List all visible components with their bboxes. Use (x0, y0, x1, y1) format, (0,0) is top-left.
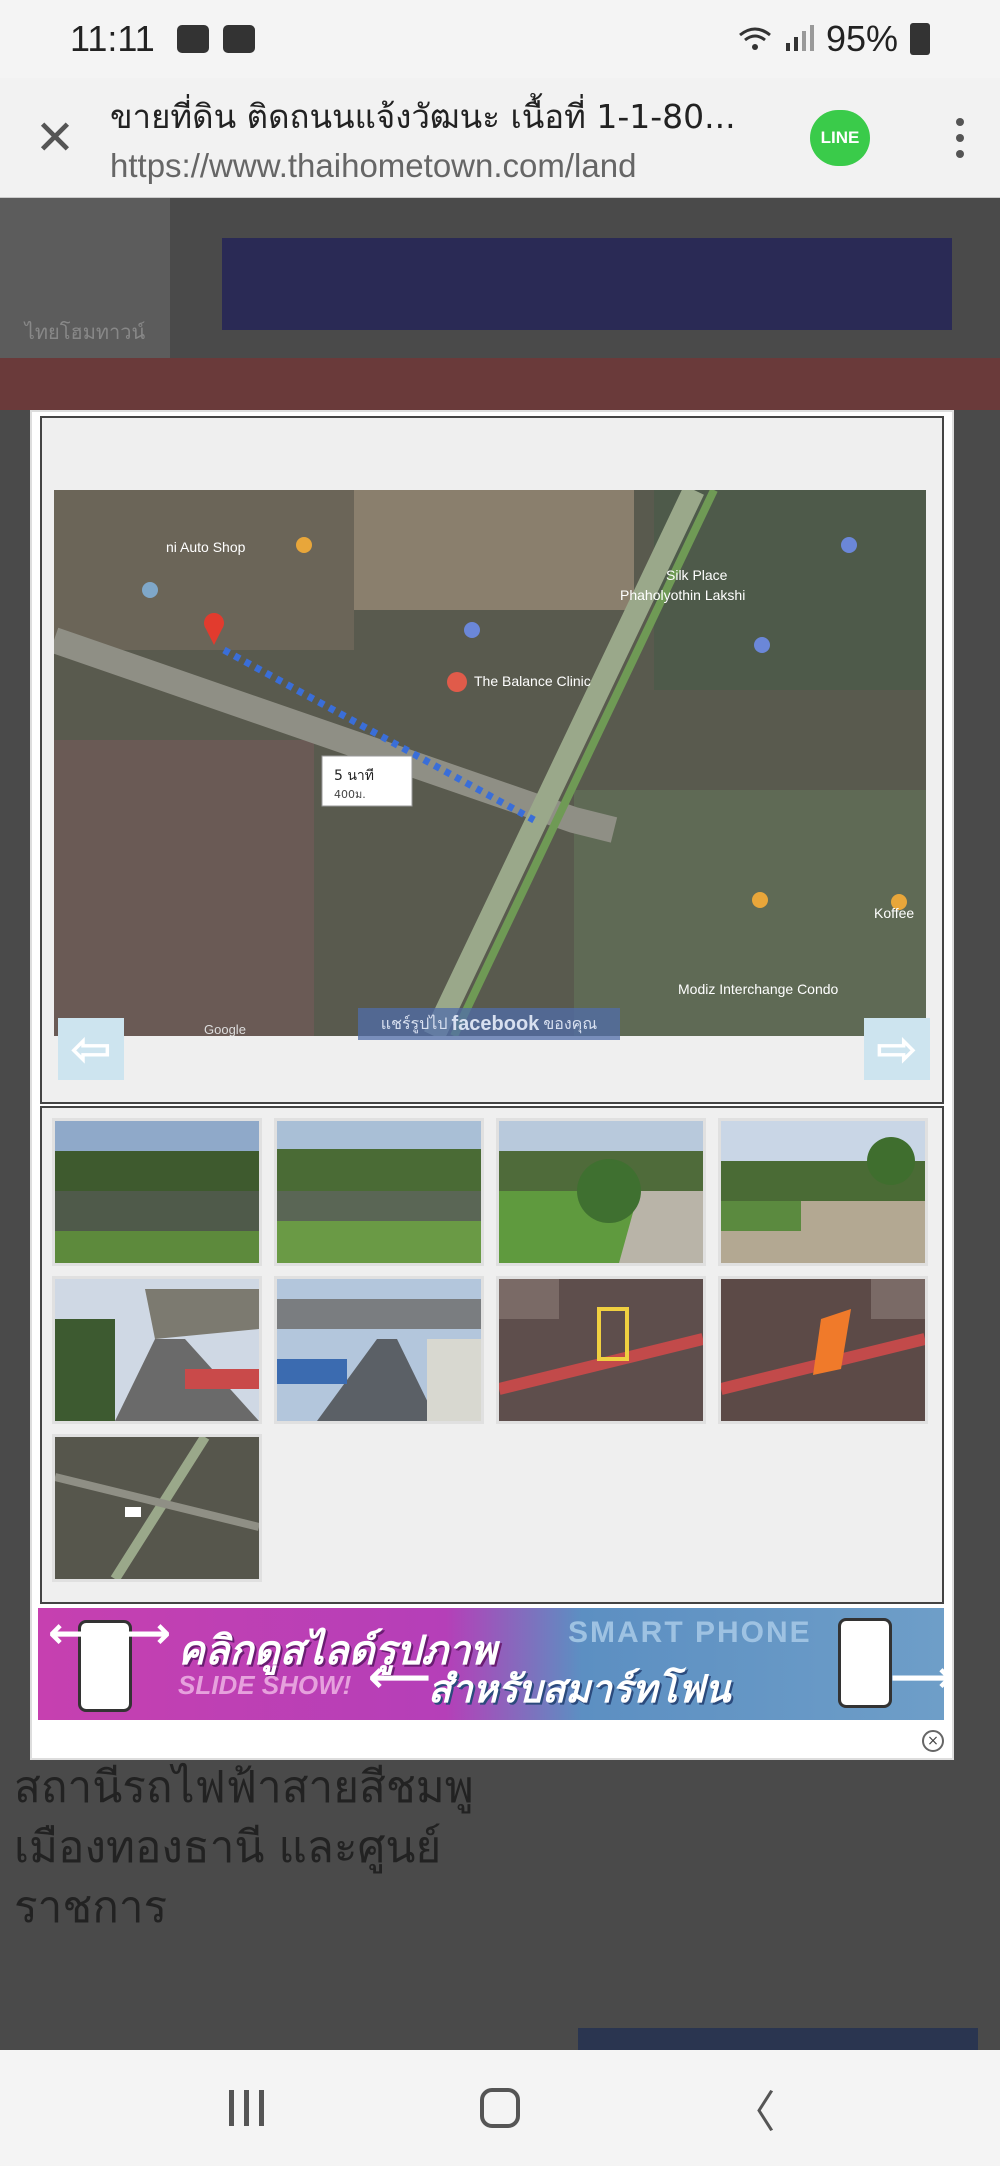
status-bar: 11:11 95% (0, 0, 1000, 78)
close-lightbox-button[interactable]: × (922, 1730, 944, 1752)
thumbnail-pond-1[interactable] (52, 1118, 262, 1266)
battery-percent: 95% (825, 18, 898, 59)
recent-apps-button[interactable] (202, 2068, 292, 2148)
arrow-left-icon: ⟵ (368, 1652, 432, 1703)
facebook-share-button[interactable]: แชร์รูปไป facebook ของคุณ (358, 1008, 620, 1040)
recent-apps-icon (229, 2090, 265, 2126)
notification-icons (176, 25, 255, 53)
thumbnail-road-skytrain-1[interactable] (52, 1276, 262, 1424)
thumbnail-map-plot-1[interactable] (496, 1276, 706, 1424)
previous-image-button[interactable]: ⇦ (58, 1018, 124, 1080)
thumbnail-pond-2[interactable] (274, 1118, 484, 1266)
phone-icon (838, 1618, 892, 1708)
arrow-right-icon: ⇨ (876, 1020, 918, 1078)
background-nav-bar (0, 358, 1000, 410)
thumbnail-aerial-map[interactable] (52, 1434, 262, 1582)
map-label: ni Auto Shop (166, 539, 246, 555)
gallery-icon (176, 25, 209, 53)
system-indicators: 95% (738, 18, 930, 60)
line-icon: LINE (820, 127, 860, 147)
lightbox-modal: ni Auto Shop Silk Place Phaholyothin Lak… (30, 410, 954, 1760)
next-image-button[interactable]: ⇨ (864, 1018, 930, 1080)
thumbnail-lawn-path[interactable] (496, 1118, 706, 1266)
page-title: ขายที่ดิน ติดถนนแจ้งวัฒนะ เนื้อที่ 1-1-8… (110, 97, 736, 136)
map-label: Google (204, 1022, 246, 1036)
banner-subheadline: สำหรับสมาร์ทโฟน (428, 1667, 731, 1711)
more-options-button[interactable] (940, 108, 980, 168)
background-heading: สถานีรถไฟฟ้าสายสีชมพู เมืองทองธานี และศู… (14, 1762, 474, 1933)
tab-title-area[interactable]: ขายที่ดิน ติดถนนแจ้งวัฒนะ เนื้อที่ 1-1-8… (110, 90, 810, 185)
thumbnail-gallery (40, 1106, 944, 1604)
thumbnail-map-plot-2[interactable] (718, 1276, 928, 1424)
slideshow-promo-banner[interactable]: ⟵ ⟶ คลิกดูสไลด์รูปภาพ SLIDE SHOW! SMART … (38, 1608, 944, 1720)
site-logo: ไทยโฮมทาวน์ (0, 198, 170, 368)
close-icon: × (927, 1733, 939, 1749)
youtube-icon (222, 25, 255, 53)
route-time: 5 นาที (334, 768, 374, 784)
back-chevron-icon: 〈 (731, 2087, 776, 2138)
signal-icon (785, 25, 814, 51)
more-dots-icon (956, 117, 964, 126)
map-label: Phaholyothin Lakshi (620, 587, 745, 603)
battery-icon (910, 23, 930, 55)
image-viewer: ni Auto Shop Silk Place Phaholyothin Lak… (40, 416, 944, 1104)
background-footer-band (578, 2028, 978, 2050)
wifi-icon (739, 27, 771, 50)
close-tab-button[interactable]: ✕ (0, 78, 110, 198)
thumbnail-garden-path[interactable] (718, 1118, 928, 1266)
banner-smartphone-text: SMART PHONE (568, 1616, 812, 1649)
arrow-right-icon: ⟶ (890, 1652, 944, 1703)
map-label: Modiz Interchange Condo (678, 981, 839, 997)
map-label: The Balance Clinic (474, 673, 591, 689)
arrow-left-icon: ⟵ (48, 1608, 112, 1659)
background-ad-banner (222, 238, 952, 330)
arrow-right-icon: ⟶ (108, 1608, 172, 1659)
facebook-icon: facebook (451, 1012, 540, 1035)
system-navigation-bar: 〈 (0, 2050, 1000, 2166)
line-share-button[interactable]: LINE (810, 109, 870, 166)
thumbnail-road-skytrain-2[interactable] (274, 1276, 484, 1424)
map-label: Koffee (874, 905, 914, 921)
main-image-map[interactable]: ni Auto Shop Silk Place Phaholyothin Lak… (54, 490, 926, 1036)
satellite-map: ni Auto Shop Silk Place Phaholyothin Lak… (54, 490, 926, 1036)
home-button[interactable] (455, 2068, 545, 2148)
page-url: https://www.thaihometown.com/land (110, 147, 637, 184)
home-icon (479, 2088, 520, 2128)
status-time: 11:11 (70, 18, 155, 59)
map-label: Silk Place (666, 567, 728, 583)
banner-slideshow-text: SLIDE SHOW! (178, 1670, 352, 1700)
arrow-left-icon: ⇦ (70, 1020, 112, 1078)
custom-tab-toolbar: ✕ ขายที่ดิน ติดถนนแจ้งวัฒนะ เนื้อที่ 1-1… (0, 78, 1000, 198)
route-distance: 400ม. (334, 788, 366, 801)
close-icon: ✕ (34, 109, 76, 166)
back-button[interactable]: 〈 (708, 2068, 798, 2148)
